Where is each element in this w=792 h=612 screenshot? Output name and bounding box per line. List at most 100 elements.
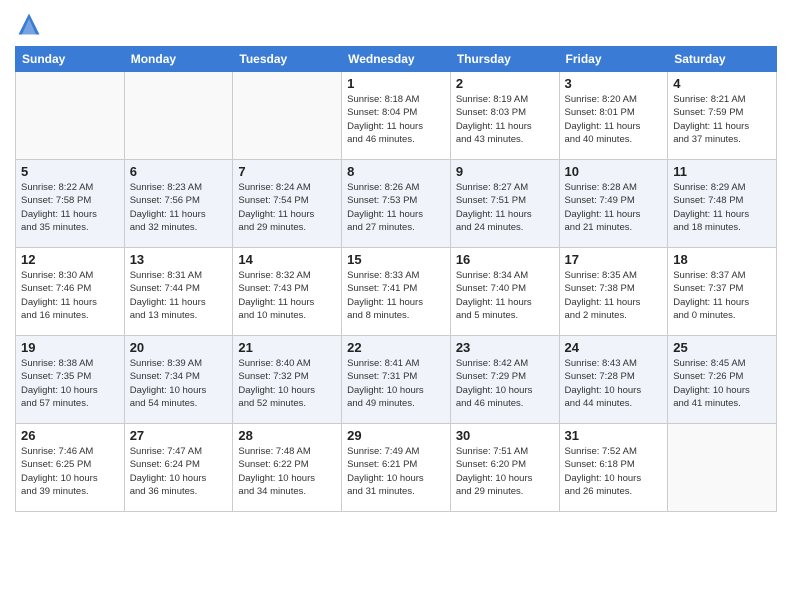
calendar-cell: 15 Sunrise: 8:33 AM Sunset: 7:41 PM Dayli…: [342, 248, 451, 336]
day-info: Sunrise: 8:42 AM Sunset: 7:29 PM Dayligh…: [456, 357, 554, 410]
page: SundayMondayTuesdayWednesdayThursdayFrid…: [0, 0, 792, 612]
calendar-cell: 10 Sunrise: 8:28 AM Sunset: 7:49 PM Dayli…: [559, 160, 668, 248]
day-info: Sunrise: 8:45 AM Sunset: 7:26 PM Dayligh…: [673, 357, 771, 410]
day-info: Sunrise: 8:40 AM Sunset: 7:32 PM Dayligh…: [238, 357, 336, 410]
calendar-cell: 26 Sunrise: 7:46 AM Sunset: 6:25 PM Dayli…: [16, 424, 125, 512]
day-number: 7: [238, 164, 336, 179]
calendar-week-row: 19Sunrise: 8:38 AM Sunset: 7:35 PM Dayli…: [16, 336, 777, 424]
calendar-cell: 20 Sunrise: 8:39 AM Sunset: 7:34 PM Dayli…: [124, 336, 233, 424]
day-number: 27: [130, 428, 228, 443]
day-info: Sunrise: 8:21 AM Sunset: 7:59 PM Dayligh…: [673, 93, 771, 146]
day-info: Sunrise: 8:32 AM Sunset: 7:43 PM Dayligh…: [238, 269, 336, 322]
day-number: 21: [238, 340, 336, 355]
day-number: 26: [21, 428, 119, 443]
day-info: Sunrise: 7:46 AM Sunset: 6:25 PM Dayligh…: [21, 445, 119, 498]
calendar-cell: [16, 72, 125, 160]
day-number: 9: [456, 164, 554, 179]
day-info: Sunrise: 8:41 AM Sunset: 7:31 PM Dayligh…: [347, 357, 445, 410]
weekday-header-sunday: Sunday: [16, 47, 125, 72]
logo: [15, 10, 47, 38]
calendar-cell: 7 Sunrise: 8:24 AM Sunset: 7:54 PM Daylig…: [233, 160, 342, 248]
calendar-cell: 14 Sunrise: 8:32 AM Sunset: 7:43 PM Dayli…: [233, 248, 342, 336]
calendar-cell: 22 Sunrise: 8:41 AM Sunset: 7:31 PM Dayli…: [342, 336, 451, 424]
day-number: 8: [347, 164, 445, 179]
day-number: 3: [565, 76, 663, 91]
calendar-cell: 29 Sunrise: 7:49 AM Sunset: 6:21 PM Dayli…: [342, 424, 451, 512]
day-info: Sunrise: 8:33 AM Sunset: 7:41 PM Dayligh…: [347, 269, 445, 322]
day-number: 4: [673, 76, 771, 91]
day-info: Sunrise: 7:49 AM Sunset: 6:21 PM Dayligh…: [347, 445, 445, 498]
day-number: 25: [673, 340, 771, 355]
day-number: 19: [21, 340, 119, 355]
calendar-cell: 17 Sunrise: 8:35 AM Sunset: 7:38 PM Dayli…: [559, 248, 668, 336]
day-number: 13: [130, 252, 228, 267]
day-number: 11: [673, 164, 771, 179]
day-info: Sunrise: 8:26 AM Sunset: 7:53 PM Dayligh…: [347, 181, 445, 234]
calendar-cell: 19Sunrise: 8:38 AM Sunset: 7:35 PM Dayli…: [16, 336, 125, 424]
calendar-cell: 13 Sunrise: 8:31 AM Sunset: 7:44 PM Dayli…: [124, 248, 233, 336]
calendar-cell: 25 Sunrise: 8:45 AM Sunset: 7:26 PM Dayli…: [668, 336, 777, 424]
calendar-cell: 23 Sunrise: 8:42 AM Sunset: 7:29 PM Dayli…: [450, 336, 559, 424]
weekday-header-saturday: Saturday: [668, 47, 777, 72]
day-number: 5: [21, 164, 119, 179]
day-number: 28: [238, 428, 336, 443]
day-info: Sunrise: 8:18 AM Sunset: 8:04 PM Dayligh…: [347, 93, 445, 146]
day-info: Sunrise: 7:48 AM Sunset: 6:22 PM Dayligh…: [238, 445, 336, 498]
calendar-cell: 8 Sunrise: 8:26 AM Sunset: 7:53 PM Daylig…: [342, 160, 451, 248]
calendar-cell: 4 Sunrise: 8:21 AM Sunset: 7:59 PM Daylig…: [668, 72, 777, 160]
calendar-cell: [124, 72, 233, 160]
calendar-week-row: 5Sunrise: 8:22 AM Sunset: 7:58 PM Daylig…: [16, 160, 777, 248]
day-number: 1: [347, 76, 445, 91]
day-number: 18: [673, 252, 771, 267]
calendar-cell: [233, 72, 342, 160]
day-info: Sunrise: 8:31 AM Sunset: 7:44 PM Dayligh…: [130, 269, 228, 322]
calendar-week-row: 26 Sunrise: 7:46 AM Sunset: 6:25 PM Dayli…: [16, 424, 777, 512]
day-info: Sunrise: 8:39 AM Sunset: 7:34 PM Dayligh…: [130, 357, 228, 410]
calendar-cell: 31Sunrise: 7:52 AM Sunset: 6:18 PM Dayli…: [559, 424, 668, 512]
day-number: 15: [347, 252, 445, 267]
day-info: Sunrise: 7:51 AM Sunset: 6:20 PM Dayligh…: [456, 445, 554, 498]
day-number: 16: [456, 252, 554, 267]
day-info: Sunrise: 8:29 AM Sunset: 7:48 PM Dayligh…: [673, 181, 771, 234]
day-info: Sunrise: 8:35 AM Sunset: 7:38 PM Dayligh…: [565, 269, 663, 322]
day-number: 24: [565, 340, 663, 355]
calendar-cell: 3 Sunrise: 8:20 AM Sunset: 8:01 PM Daylig…: [559, 72, 668, 160]
logo-icon: [15, 10, 43, 38]
day-number: 17: [565, 252, 663, 267]
day-number: 12: [21, 252, 119, 267]
day-number: 2: [456, 76, 554, 91]
day-number: 30: [456, 428, 554, 443]
calendar-cell: 21 Sunrise: 8:40 AM Sunset: 7:32 PM Dayli…: [233, 336, 342, 424]
calendar-cell: 2 Sunrise: 8:19 AM Sunset: 8:03 PM Daylig…: [450, 72, 559, 160]
day-info: Sunrise: 8:19 AM Sunset: 8:03 PM Dayligh…: [456, 93, 554, 146]
day-info: Sunrise: 8:28 AM Sunset: 7:49 PM Dayligh…: [565, 181, 663, 234]
day-number: 31: [565, 428, 663, 443]
weekday-header-friday: Friday: [559, 47, 668, 72]
calendar-table: SundayMondayTuesdayWednesdayThursdayFrid…: [15, 46, 777, 512]
day-number: 22: [347, 340, 445, 355]
calendar-cell: 16 Sunrise: 8:34 AM Sunset: 7:40 PM Dayli…: [450, 248, 559, 336]
day-number: 10: [565, 164, 663, 179]
header: [15, 10, 777, 38]
calendar-cell: 24 Sunrise: 8:43 AM Sunset: 7:28 PM Dayli…: [559, 336, 668, 424]
weekday-header-wednesday: Wednesday: [342, 47, 451, 72]
day-number: 29: [347, 428, 445, 443]
day-info: Sunrise: 8:30 AM Sunset: 7:46 PM Dayligh…: [21, 269, 119, 322]
day-number: 6: [130, 164, 228, 179]
day-info: Sunrise: 8:27 AM Sunset: 7:51 PM Dayligh…: [456, 181, 554, 234]
calendar-cell: 11 Sunrise: 8:29 AM Sunset: 7:48 PM Dayli…: [668, 160, 777, 248]
weekday-header-tuesday: Tuesday: [233, 47, 342, 72]
calendar-cell: 1 Sunrise: 8:18 AM Sunset: 8:04 PM Daylig…: [342, 72, 451, 160]
day-number: 20: [130, 340, 228, 355]
day-info: Sunrise: 8:43 AM Sunset: 7:28 PM Dayligh…: [565, 357, 663, 410]
calendar-cell: 30 Sunrise: 7:51 AM Sunset: 6:20 PM Dayli…: [450, 424, 559, 512]
calendar-cell: 28 Sunrise: 7:48 AM Sunset: 6:22 PM Dayli…: [233, 424, 342, 512]
calendar-week-row: 12 Sunrise: 8:30 AM Sunset: 7:46 PM Dayli…: [16, 248, 777, 336]
day-info: Sunrise: 8:24 AM Sunset: 7:54 PM Dayligh…: [238, 181, 336, 234]
day-number: 23: [456, 340, 554, 355]
day-info: Sunrise: 8:20 AM Sunset: 8:01 PM Dayligh…: [565, 93, 663, 146]
day-info: Sunrise: 8:34 AM Sunset: 7:40 PM Dayligh…: [456, 269, 554, 322]
day-number: 14: [238, 252, 336, 267]
day-info: Sunrise: 7:47 AM Sunset: 6:24 PM Dayligh…: [130, 445, 228, 498]
calendar-cell: 18Sunrise: 8:37 AM Sunset: 7:37 PM Dayli…: [668, 248, 777, 336]
